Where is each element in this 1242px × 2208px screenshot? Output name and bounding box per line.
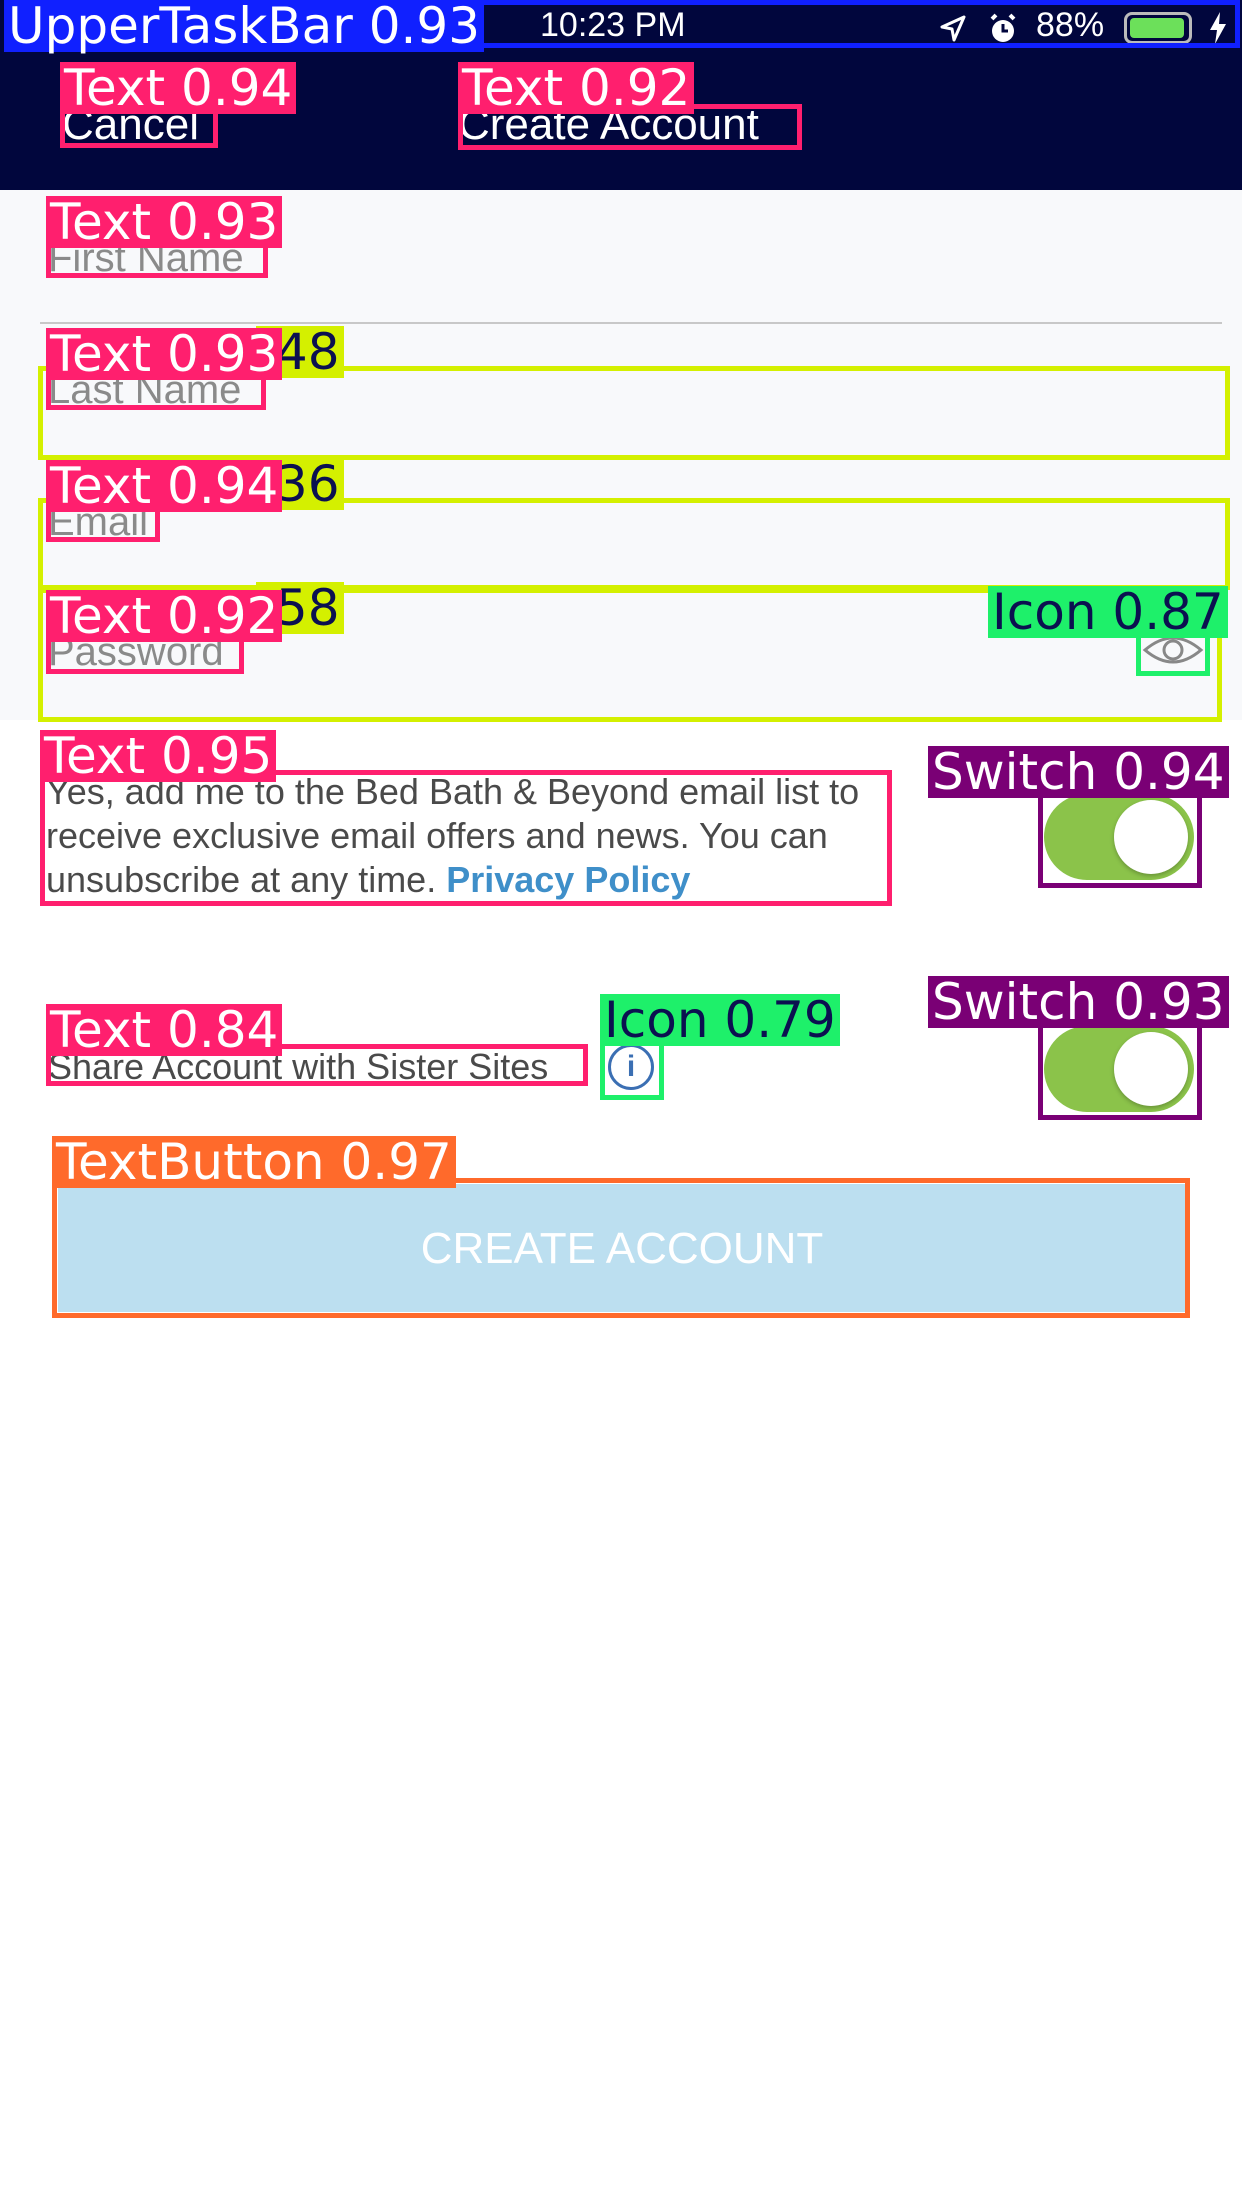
detection-label: Switch 0.94 <box>928 746 1229 798</box>
detection-label: Text 0.94 <box>46 460 283 512</box>
detection-label: TextButton 0.97 <box>52 1136 456 1188</box>
first-name-divider <box>40 322 1222 324</box>
detection-label: Text 0.92 <box>458 62 695 114</box>
detection-label: Text 0.95 <box>40 730 277 782</box>
detection-label: Icon 0.87 <box>988 586 1228 638</box>
detection-label: Text 0.93 <box>46 328 283 380</box>
detection-box <box>40 770 892 906</box>
detection-label: Text 0.84 <box>46 1004 283 1056</box>
detection-label: Icon 0.79 <box>600 994 840 1046</box>
detection-label: UpperTaskBar 0.93 <box>4 0 485 52</box>
detection-label: Text 0.94 <box>60 62 297 114</box>
detection-box <box>52 1178 1190 1318</box>
detection-box <box>1038 1020 1202 1120</box>
detection-label: Text 0.92 <box>46 590 283 642</box>
detection-box <box>1038 788 1202 888</box>
detection-label: Text 0.93 <box>46 196 283 248</box>
detection-label: Switch 0.93 <box>928 976 1229 1028</box>
